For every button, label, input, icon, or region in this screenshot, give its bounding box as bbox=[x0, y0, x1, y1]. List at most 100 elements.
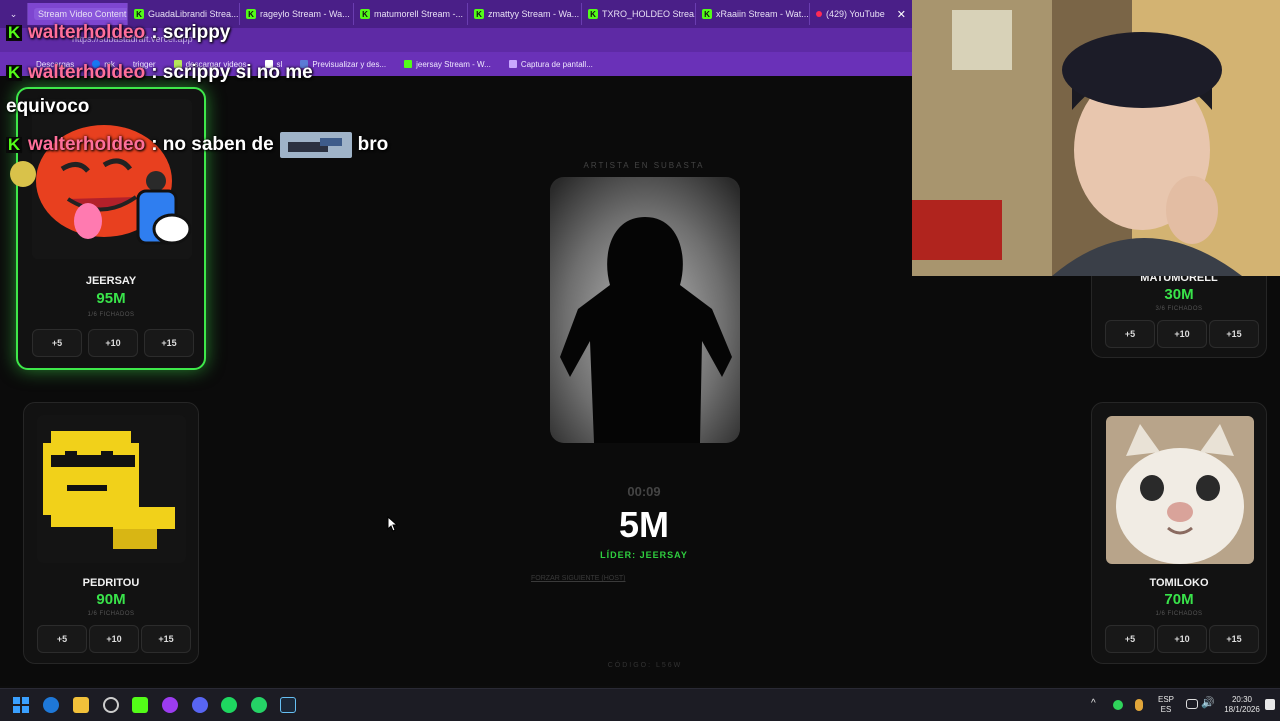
bid-plus-15-button[interactable]: +15 bbox=[144, 329, 194, 357]
chevron-up-icon[interactable]: ^ bbox=[1091, 699, 1096, 709]
windows-taskbar: ^ ESP ES 🔊 20:30 18/1/2026 bbox=[0, 688, 1280, 721]
emoji-icon bbox=[10, 161, 36, 187]
kick-icon: K bbox=[702, 9, 712, 19]
tab-youtube[interactable]: (429) YouTube ✕ bbox=[810, 3, 912, 25]
current-price: 5M bbox=[544, 504, 744, 546]
clock-date: 18/1/2026 bbox=[1222, 705, 1262, 715]
force-next-link[interactable]: FORZAR SIGUIENTE (HOST) bbox=[531, 575, 626, 582]
edge-icon[interactable] bbox=[43, 697, 59, 713]
chat-username: walterholdeo bbox=[28, 134, 145, 156]
app-c-icon[interactable] bbox=[162, 697, 178, 713]
cat-avatar-image bbox=[1106, 416, 1254, 564]
file-explorer-icon[interactable] bbox=[73, 697, 89, 713]
bid-plus-15-button[interactable]: +15 bbox=[141, 625, 191, 653]
kick-icon: K bbox=[6, 25, 22, 41]
bid-plus-10-button[interactable]: +10 bbox=[89, 625, 139, 653]
chat-username: walterholdeo bbox=[28, 62, 145, 84]
player-money: 95M bbox=[18, 290, 204, 307]
chat-continuation: equivoco bbox=[6, 96, 89, 118]
clock-time: 20:30 bbox=[1222, 695, 1262, 705]
player-fichados: 1/6 FICHADOS bbox=[24, 611, 198, 617]
tab-matumorell[interactable]: K matumorell Stream -... ✕ bbox=[354, 3, 468, 25]
webcam-feed bbox=[912, 0, 1280, 276]
network-icon[interactable] bbox=[1186, 699, 1198, 709]
bid-buttons: +5 +10 +15 bbox=[1105, 625, 1259, 653]
bid-plus-10-button[interactable]: +10 bbox=[88, 329, 138, 357]
auction-timer: 00:09 bbox=[544, 484, 744, 499]
player-fichados: 3/6 FICHADOS bbox=[1092, 306, 1266, 312]
clock[interactable]: 20:30 18/1/2026 bbox=[1222, 695, 1262, 715]
bid-plus-10-button[interactable]: +10 bbox=[1157, 320, 1207, 348]
whatsapp-icon[interactable] bbox=[251, 697, 267, 713]
tab-label: zmattyy Stream - Wa... bbox=[488, 9, 579, 19]
bid-plus-5-button[interactable]: +5 bbox=[1105, 625, 1155, 653]
mouse-cursor-icon bbox=[387, 516, 399, 532]
bid-plus-5-button[interactable]: +5 bbox=[37, 625, 87, 653]
tab-xraaiin[interactable]: K xRaaiin Stream - Wat... ✕ bbox=[696, 3, 810, 25]
player-name: TOMILOKO bbox=[1092, 577, 1266, 589]
volume-icon[interactable]: 🔊 bbox=[1201, 698, 1215, 708]
tab-label: matumorell Stream -... bbox=[374, 9, 463, 19]
bookmark-captura[interactable]: Captura de pantall... bbox=[509, 60, 593, 69]
bookmark-label: Captura de pantall... bbox=[521, 60, 593, 69]
kick-icon: K bbox=[6, 65, 22, 81]
bid-buttons: +5 +10 +15 bbox=[1105, 320, 1259, 348]
status-dot-icon[interactable] bbox=[1113, 700, 1123, 710]
bid-plus-15-button[interactable]: +15 bbox=[1209, 625, 1259, 653]
player-money: 90M bbox=[24, 591, 198, 608]
cartoon-avatar-image bbox=[32, 99, 192, 259]
bid-buttons: +5 +10 +15 bbox=[37, 625, 191, 653]
settings-icon[interactable] bbox=[103, 697, 119, 713]
chat-text: : scrippy bbox=[151, 22, 230, 44]
bid-plus-10-button[interactable]: +10 bbox=[1157, 625, 1207, 653]
kick-icon: K bbox=[474, 9, 484, 19]
kick-icon: K bbox=[360, 9, 370, 19]
kick-icon bbox=[404, 60, 412, 68]
bid-plus-5-button[interactable]: +5 bbox=[32, 329, 82, 357]
notification-bell-icon[interactable] bbox=[1265, 699, 1275, 710]
chat-username: walterholdeo bbox=[28, 22, 145, 44]
player-card-pedritou: PEDRITOU 90M 1/6 FICHADOS +5 +10 +15 bbox=[23, 402, 199, 664]
current-leader: LÍDER: JEERSAY bbox=[544, 550, 744, 560]
tab-label: (429) YouTube bbox=[826, 9, 885, 19]
player-money: 30M bbox=[1092, 286, 1266, 303]
bookmark-previsualizar[interactable]: Previsualizar y des... bbox=[300, 60, 386, 69]
kick-icon[interactable] bbox=[132, 697, 148, 713]
windows-start-icon[interactable] bbox=[13, 697, 29, 713]
chat-emote-image bbox=[280, 132, 352, 158]
pixel-emoji-avatar-image bbox=[37, 415, 186, 563]
chat-message: K walterholdeo : scrippy si no me bbox=[6, 62, 313, 84]
microphone-icon[interactable] bbox=[1135, 699, 1143, 711]
lang-code: ESP bbox=[1155, 695, 1177, 705]
artist-silhouette-image bbox=[550, 177, 740, 443]
language-indicator[interactable]: ESP ES bbox=[1155, 695, 1177, 715]
lang-region: ES bbox=[1155, 705, 1177, 715]
player-avatar bbox=[32, 99, 192, 259]
kick-icon: K bbox=[246, 9, 256, 19]
player-avatar bbox=[1106, 416, 1254, 564]
webcam-image bbox=[912, 0, 1280, 276]
bookmark-jeersay[interactable]: jeersay Stream - W... bbox=[404, 60, 491, 69]
player-money: 70M bbox=[1092, 591, 1266, 608]
steam-icon[interactable] bbox=[280, 697, 296, 713]
player-fichados: 1/6 FICHADOS bbox=[18, 312, 204, 318]
bookmark-label: jeersay Stream - W... bbox=[416, 60, 491, 69]
bookmark-label: Previsualizar y des... bbox=[312, 60, 386, 69]
room-code: CÓDIGO: L56W bbox=[560, 662, 730, 669]
chat-text-suffix: bro bbox=[358, 134, 389, 156]
tab-label: xRaaiin Stream - Wat... bbox=[716, 9, 809, 19]
discord-icon[interactable] bbox=[192, 697, 208, 713]
mystery-artist-silhouette bbox=[550, 177, 740, 443]
spotify-icon[interactable] bbox=[221, 697, 237, 713]
close-icon[interactable]: ✕ bbox=[897, 8, 906, 21]
tab-txro-holdeo[interactable]: K TXRO_HOLDEO Strea... ✕ bbox=[582, 3, 696, 25]
player-avatar bbox=[37, 415, 186, 563]
kick-icon: K bbox=[134, 9, 144, 19]
bid-plus-5-button[interactable]: +5 bbox=[1105, 320, 1155, 348]
chat-text: : scrippy si no me bbox=[151, 62, 313, 84]
tab-zmattyy[interactable]: K zmattyy Stream - Wa... ✕ bbox=[468, 3, 582, 25]
chat-message: K walterholdeo : no saben de bro bbox=[6, 132, 388, 158]
tab-rageylo[interactable]: K rageylo Stream - Wa... ✕ bbox=[240, 3, 354, 25]
bid-plus-15-button[interactable]: +15 bbox=[1209, 320, 1259, 348]
tab-label: rageylo Stream - Wa... bbox=[260, 9, 350, 19]
